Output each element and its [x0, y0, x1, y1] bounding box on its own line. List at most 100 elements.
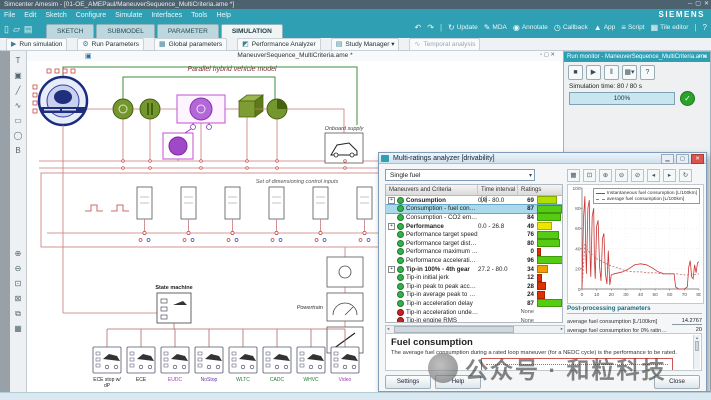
prev-icon[interactable]: ◂: [647, 169, 660, 182]
global-parameters-button[interactable]: ▦Global parameters: [154, 38, 227, 51]
table-row[interactable]: Consumption - fuel consumption87: [386, 205, 562, 214]
col-maneuvers[interactable]: Maneuvers and Criteria: [386, 185, 478, 195]
scrollbar-thumb[interactable]: [394, 326, 514, 333]
table-row[interactable]: +Tip-in 100% - 4th gear27.2 - 80.034: [386, 265, 562, 274]
table-row[interactable]: +Performance0.0 - 26.849: [386, 222, 562, 231]
expander-icon[interactable]: +: [388, 266, 395, 273]
copy-tool[interactable]: ⧉: [12, 307, 25, 320]
onboard-supply-component[interactable]: Onboard supply: [325, 126, 365, 163]
powertrain-column[interactable]: Powertrain: [297, 257, 363, 353]
table-row[interactable]: Performance acceleration level96: [386, 256, 562, 265]
image-tool[interactable]: ▣: [12, 69, 25, 82]
table-row[interactable]: Tip-in initial jerk12: [386, 273, 562, 282]
ellipse-tool[interactable]: ◯: [12, 129, 25, 142]
zoom-out-tool[interactable]: ⊖: [12, 262, 25, 275]
script-tool[interactable]: ≡Script: [621, 23, 644, 32]
tile-editor-tool[interactable]: ▦Tile editor: [651, 23, 689, 32]
performance-analyzer-button[interactable]: ◩Performance Analyzer: [237, 38, 321, 51]
table-row[interactable]: +Consumption0.0 - 80.069: [386, 196, 562, 205]
col-interval[interactable]: Time interval [s]: [478, 185, 518, 195]
save-file-icon[interactable]: ▤: [24, 23, 33, 36]
stop-button[interactable]: ■: [568, 65, 583, 80]
pause-button[interactable]: ‖: [604, 65, 619, 80]
maneuver-component[interactable]: [229, 347, 257, 373]
line-tool[interactable]: ╱: [12, 84, 25, 97]
zoom-in-tool[interactable]: ⊕: [12, 247, 25, 260]
maneuver-component[interactable]: [161, 347, 189, 373]
text-tool[interactable]: T: [12, 54, 25, 67]
temporal-analysis-button[interactable]: ∿Temporal analysis: [409, 38, 480, 51]
fuel-consumption-chart[interactable]: 02040608010001020304050607080 Instantane…: [567, 184, 704, 304]
menu-configure[interactable]: Configure: [76, 12, 106, 19]
tab-simulation[interactable]: SIMULATION: [221, 24, 283, 38]
tab-submodel[interactable]: SUBMODEL: [96, 24, 154, 38]
menu-sketch[interactable]: Sketch: [45, 12, 66, 19]
menu-simulate[interactable]: Simulate: [115, 12, 142, 19]
maneuver-component[interactable]: [127, 347, 155, 373]
ratings-table[interactable]: Maneuvers and Criteria Time interval [s]…: [385, 184, 563, 323]
next-icon[interactable]: ▸: [663, 169, 676, 182]
grid-tool[interactable]: ▦: [12, 322, 25, 335]
close-button[interactable]: Close: [654, 375, 700, 389]
tab-parameter[interactable]: PARAMETER: [157, 24, 219, 38]
zoom-fit-tool[interactable]: ⊡: [12, 277, 25, 290]
state-machine-component[interactable]: State machine: [155, 285, 192, 323]
parameter-value[interactable]: 14.2767: [672, 318, 702, 325]
zoom-select-tool[interactable]: ⊠: [12, 292, 25, 305]
callback-tool[interactable]: ◷Callback: [554, 23, 588, 32]
maneuver-component[interactable]: [195, 347, 223, 373]
maneuver-component[interactable]: [93, 347, 121, 373]
help-button[interactable]: Help: [435, 375, 481, 389]
maximize-icon[interactable]: ▢: [695, 0, 701, 9]
copy-plot-icon[interactable]: ▦: [567, 169, 580, 182]
battery-component[interactable]: [163, 129, 193, 159]
run-monitor-titlebar[interactable]: Run monitor - ManeuverSequence_MultiCrit…: [564, 52, 710, 62]
fuel-selector-dropdown[interactable]: Single fuel ▾: [385, 169, 535, 181]
mda-tool[interactable]: ✎MDA: [484, 23, 507, 32]
expander-icon[interactable]: +: [388, 197, 395, 204]
table-row[interactable]: Performance maximum speed0: [386, 248, 562, 257]
menu-interfaces[interactable]: Interfaces: [151, 12, 182, 19]
plot-button[interactable]: ▦▾: [622, 65, 637, 80]
menu-edit[interactable]: Edit: [24, 12, 36, 19]
undo-tool[interactable]: ↶: [415, 23, 422, 32]
gearbox-component[interactable]: [239, 95, 263, 117]
description-scrollbar[interactable]: ▴: [693, 335, 700, 369]
menu-tools[interactable]: Tools: [191, 12, 207, 19]
table-row[interactable]: Tip-in acceleration delay87: [386, 299, 562, 308]
redo-tool[interactable]: ↷: [427, 23, 434, 32]
table-row[interactable]: Consumption - CO2 emissions84: [386, 213, 562, 222]
menu-help[interactable]: Help: [216, 12, 230, 19]
analyzer-titlebar[interactable]: Multi-ratings analyzer [drivability] ▁ ▢…: [379, 153, 706, 164]
spline-tool[interactable]: ∿: [12, 99, 25, 112]
reset-zoom-icon[interactable]: ⊘: [631, 169, 644, 182]
new-file-icon[interactable]: ▯: [4, 23, 9, 36]
table-row[interactable]: Tip-in average peak to peak acc.24: [386, 291, 562, 300]
table-row[interactable]: Performance target distance80: [386, 239, 562, 248]
engine-supervisor-component[interactable]: [33, 69, 87, 125]
update-tool[interactable]: ↻Update: [448, 23, 478, 32]
refresh-icon[interactable]: ↻: [679, 169, 692, 182]
submodel-tool[interactable]: B: [12, 144, 25, 157]
run-monitor-controls[interactable]: ▫ ✕: [699, 52, 707, 62]
table-row[interactable]: Tip-in engine RMSNone: [386, 316, 562, 323]
study-manager-button[interactable]: ▤Study Manager ▾: [331, 38, 400, 51]
rect-tool[interactable]: ▭: [12, 114, 25, 127]
table-row[interactable]: Performance target speed76: [386, 230, 562, 239]
expander-icon[interactable]: +: [388, 223, 395, 230]
settings-button[interactable]: Settings: [385, 375, 431, 389]
menu-file[interactable]: File: [4, 12, 15, 19]
run-simulation-button[interactable]: ▶Run simulation: [6, 38, 67, 51]
zoom-mode-icon[interactable]: ⊡: [583, 169, 596, 182]
monitor-help-button[interactable]: ?: [640, 65, 655, 80]
col-ratings[interactable]: Ratings: [518, 185, 562, 195]
open-file-icon[interactable]: ▱: [13, 23, 20, 36]
analyzer-maximize-icon[interactable]: ▢: [676, 154, 689, 164]
vehicle-wheel-component[interactable]: [267, 99, 287, 119]
zoom-out-icon[interactable]: ⊖: [615, 169, 628, 182]
maneuver-component[interactable]: [263, 347, 291, 373]
document-controls[interactable]: ▫ ▢ ✕: [540, 52, 555, 58]
table-row[interactable]: Tip-in acceleration undershootNone: [386, 308, 562, 317]
maneuver-component[interactable]: [297, 347, 325, 373]
minimize-icon[interactable]: ─: [688, 0, 692, 9]
